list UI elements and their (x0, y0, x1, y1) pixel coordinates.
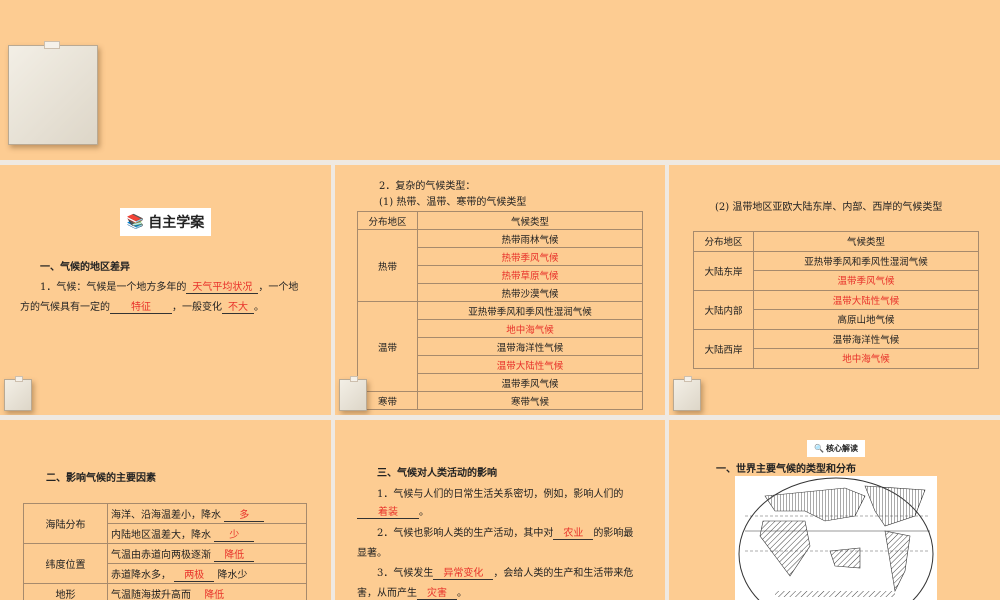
factor-cell: 海陆分布 (23, 503, 108, 544)
climate-type-cell: 温带季风气候 (417, 373, 643, 392)
slide-panel-6[interactable]: 🔍 核心解读 一、世界主要气候的类型和分布 (669, 420, 1000, 600)
climate-type-cell: 温带海洋性气候 (417, 337, 643, 356)
climate-type-cell: 温带大陆性气候 (753, 289, 979, 310)
description-cell: 气温随海拔升高而 降低 (107, 583, 307, 600)
slide-panel-3[interactable]: (2) 温带地区亚欧大陆东岸、内部、西岸的气候类型 分布地区 气候类型 大陆东岸 亚热… (669, 165, 1000, 415)
table-row: 海陆分布 海洋、沿海温差小，降水 多 (23, 503, 307, 544)
climate-type-cell: 温带季风气候 (753, 270, 979, 291)
text-line: 2．复杂的气候类型： (379, 181, 476, 192)
table-header: 分布地区 气候类型 (357, 211, 643, 230)
table-header: 分布地区 气候类型 (693, 231, 979, 252)
paragraph-line: 2．气候也影响人类的生产活动，其中对 农业 的影响最 (377, 528, 634, 540)
header-cell: 分布地区 (357, 211, 418, 230)
badge-core: 🔍 核心解读 (807, 440, 865, 457)
slide-panel-2[interactable]: 2．复杂的气候类型： (1) 热带、温带、寒带的气候类型 分布地区 气候类型 热带热… (335, 165, 665, 415)
climate-type-cell: 地中海气候 (417, 319, 643, 338)
factor-cell: 地形 (23, 583, 108, 600)
zone-cell: 温带 (357, 301, 418, 392)
description-cell: 海洋、沿海温差小，降水 多 (107, 503, 307, 524)
badge-self-study: 📚 自主学案 (120, 208, 211, 236)
world-climate-map (735, 476, 937, 600)
header-area (0, 0, 1000, 160)
description-cell: 气温由赤道向两极逐渐 降低 (107, 543, 307, 564)
text-line: (1) 热带、温带、寒带的气候类型 (379, 197, 527, 208)
table-row: 大陆东岸 亚热带季风和季风性湿润气候 (693, 250, 979, 291)
paragraph-line: 害，从而产生 灾害。 (357, 588, 467, 600)
climate-type-cell: 热带沙漠气候 (417, 283, 643, 302)
table-row: 地形 气温随海拔升高而 降低 (23, 583, 307, 600)
paragraph-line: 着装。 (357, 506, 429, 520)
header-cell: 分布地区 (693, 231, 754, 252)
climate-type-cell: 高原山地气候 (753, 309, 979, 330)
table-row: 温带 亚热带季风和季风性湿润气候 (357, 301, 643, 392)
slide-panel-5[interactable]: 三、气候对人类活动的影响 1．气候与人们的日常生活关系密切，例如，影响人们的 着… (335, 420, 665, 600)
zone-cell: 大陆东岸 (693, 250, 754, 291)
climate-table: 分布地区 气候类型 热带 热带雨林气候 热带季风气候 热带草原气候 热带沙漠气候 温带 亚热带季… (357, 211, 643, 410)
paper-icon (8, 41, 98, 145)
zone-cell: 大陆西岸 (693, 328, 754, 369)
climate-type-cell: 温带大陆性气候 (417, 355, 643, 374)
text-line: (2) 温带地区亚欧大陆东岸、内部、西岸的气候类型 (715, 202, 943, 213)
climate-type-cell: 温带海洋性气候 (753, 328, 979, 349)
climate-type-cell: 寒带气候 (417, 391, 643, 410)
magnifier-icon: 🔍 (814, 444, 824, 453)
section-heading: 一、世界主要气候的类型和分布 (716, 464, 856, 475)
climate-type-cell: 地中海气候 (753, 348, 979, 369)
climate-type-cell: 热带季风气候 (417, 247, 643, 266)
table-row: 纬度位置 气温由赤道向两极逐渐 降低 (23, 543, 307, 584)
table-row: 大陆内部 温带大陆性气候 (693, 289, 979, 330)
slide-panel-1[interactable]: 📚 自主学案 一、气候的地区差异 1．气候：气候是一个地方多年的 天气平均状况 ，一个… (0, 165, 331, 415)
book-icon: 📚 (126, 214, 145, 230)
header-cell: 气候类型 (753, 231, 979, 252)
climate-type-cell: 亚热带季风和季风性湿润气候 (753, 250, 979, 271)
header-cell: 气候类型 (417, 211, 643, 230)
description-cell: 赤道降水多， 两极 降水少 (107, 563, 307, 584)
paragraph-line: 显著。 (357, 548, 387, 559)
paper-icon (673, 376, 701, 411)
climate-type-cell: 热带雨林气候 (417, 229, 643, 248)
paragraph-line: 1．气候：气候是一个地方多年的 天气平均状况 ，一个地 (40, 282, 299, 294)
zone-cell: 热带 (357, 229, 418, 302)
factor-cell: 纬度位置 (23, 543, 108, 584)
climate-type-cell: 热带草原气候 (417, 265, 643, 284)
zone-cell: 大陆内部 (693, 289, 754, 330)
climate-type-cell: 亚热带季风和季风性湿润气候 (417, 301, 643, 320)
paragraph-line: 3．气候发生 异常变化 ，会给人类的生产和生活带来危 (377, 568, 634, 580)
table-row: 大陆西岸 温带海洋性气候 (693, 328, 979, 369)
section-heading: 三、气候对人类活动的影响 (377, 468, 497, 479)
paper-icon (4, 376, 32, 411)
paragraph-line: 1．气候与人们的日常生活关系密切，例如，影响人们的 (377, 489, 624, 500)
section-heading: 二、影响气候的主要因素 (46, 473, 156, 484)
description-cell: 内陆地区温差大，降水 少 (107, 523, 307, 544)
paragraph-line: 方的气候具有一定的 特征 ，一般变化 不大。 (20, 302, 264, 314)
section-heading: 一、气候的地区差异 (40, 262, 130, 273)
paper-icon (339, 376, 367, 411)
table-row: 热带 热带雨林气候 (357, 229, 643, 302)
factors-table: 海陆分布 海洋、沿海温差小，降水 多 内陆地区温差大，降水 少 纬度位置 气温由赤道… (23, 503, 307, 600)
slide-panel-4[interactable]: 二、影响气候的主要因素 海陆分布 海洋、沿海温差小，降水 多 内陆地区温差大，降水… (0, 420, 331, 600)
table-row: 寒带 寒带气候 (357, 391, 643, 410)
eurasia-climate-table: 分布地区 气候类型 大陆东岸 亚热带季风和季风性湿润气候 温带季风气候 大陆内部 温带大陆性… (693, 231, 979, 369)
